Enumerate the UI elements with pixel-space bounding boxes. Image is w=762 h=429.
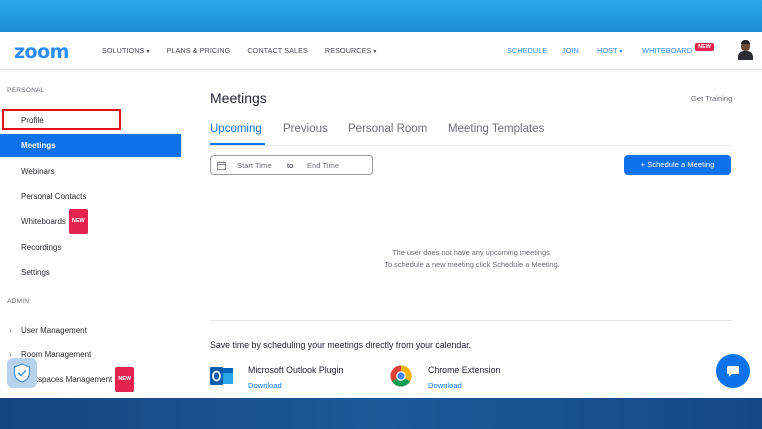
empty-message-line-1: The user does not have any upcoming meet…	[392, 248, 552, 257]
tab-previous[interactable]: Previous	[283, 123, 328, 135]
nav-whiteboard[interactable]: WHITEBOARD NEW	[642, 43, 714, 55]
outlook-plugin: Microsoft Outlook Plugin Download	[210, 365, 343, 392]
outlook-download-link[interactable]: Download	[248, 381, 282, 390]
outlook-plugin-name: Microsoft Outlook Plugin	[248, 365, 344, 375]
desktop-top-band	[0, 0, 762, 32]
main-content: Meetings Get Training Upcoming Previous …	[181, 71, 762, 398]
security-shield-button[interactable]	[7, 358, 37, 388]
chevron-down-icon: ▾	[373, 49, 377, 55]
page-title: Meetings	[210, 90, 267, 106]
tab-meeting-templates[interactable]: Meeting Templates	[448, 123, 544, 135]
nav-join[interactable]: JOIN	[562, 46, 579, 55]
nav-resources[interactable]: RESOURCES ▾	[325, 46, 377, 55]
section-label-admin: ADMIN	[7, 298, 30, 305]
profile-highlight-box	[2, 109, 121, 130]
meeting-tabs: Upcoming Previous Personal Room Meeting …	[210, 123, 732, 146]
sidebar-item-webinars[interactable]: Webinars	[0, 160, 181, 183]
sidebar-item-meetings[interactable]: Meetings	[0, 134, 181, 157]
chevron-down-icon: ▾	[146, 49, 150, 55]
nav-host[interactable]: HOST ▾	[597, 46, 622, 55]
shield-icon	[13, 363, 31, 383]
chrome-download-link[interactable]: Download	[428, 381, 462, 390]
tab-personal-room[interactable]: Personal Room	[348, 123, 427, 135]
chrome-icon	[390, 365, 412, 387]
chrome-extension-name: Chrome Extension	[428, 365, 501, 375]
date-range-picker[interactable]: Start Time to End Time	[210, 155, 373, 175]
nav-left: SOLUTIONS ▾ PLANS & PRICING CONTACT SALES…	[102, 46, 393, 55]
top-navigation-bar: zoom SOLUTIONS ▾ PLANS & PRICING CONTACT …	[0, 32, 762, 70]
calendar-integration-text: Save time by scheduling your meetings di…	[210, 340, 472, 350]
calendar-icon	[217, 161, 226, 170]
nav-contact-sales[interactable]: CONTACT SALES	[247, 46, 308, 55]
sidebar-item-recordings[interactable]: Recordings	[0, 236, 181, 259]
zoom-logo[interactable]: zoom	[14, 41, 69, 63]
new-badge: NEW	[695, 43, 714, 51]
chat-support-button[interactable]	[716, 354, 750, 388]
end-time-input[interactable]: End Time	[307, 161, 339, 170]
outlook-icon	[210, 367, 233, 385]
empty-state-message: The user does not have any upcoming meet…	[311, 247, 633, 271]
sidebar: PERSONAL Profile Meetings Webinars Perso…	[0, 71, 181, 398]
active-tab-underline	[210, 143, 265, 145]
new-badge: NEW	[115, 367, 135, 392]
nav-solutions[interactable]: SOLUTIONS ▾	[102, 46, 150, 55]
chevron-right-icon: ›	[9, 326, 12, 335]
chat-bubble-icon	[727, 366, 739, 377]
chevron-down-icon: ▾	[619, 49, 623, 55]
section-divider	[210, 320, 732, 321]
tab-upcoming[interactable]: Upcoming	[210, 123, 262, 135]
new-badge: NEW	[68, 209, 88, 234]
browser-window: zoom SOLUTIONS ▾ PLANS & PRICING CONTACT …	[0, 32, 762, 398]
section-label-personal: PERSONAL	[7, 87, 45, 94]
sidebar-item-user-management[interactable]: › User Management	[0, 319, 181, 342]
user-avatar[interactable]	[737, 40, 754, 60]
sidebar-item-whiteboards[interactable]: Whiteboards NEW	[0, 209, 181, 234]
nav-plans-pricing[interactable]: PLANS & PRICING	[167, 46, 231, 55]
get-training-link[interactable]: Get Training	[691, 94, 732, 103]
nav-schedule[interactable]: SCHEDULE	[507, 46, 547, 55]
schedule-meeting-button[interactable]: + Schedule a Meeting	[624, 155, 731, 175]
chrome-extension: Chrome Extension Download	[390, 365, 500, 392]
start-time-input[interactable]: Start Time	[237, 161, 272, 170]
sidebar-item-personal-contacts[interactable]: Personal Contacts	[0, 185, 181, 208]
empty-message-line-2: To schedule a new meeting click Schedule…	[384, 260, 560, 269]
desktop-bottom-band	[0, 398, 762, 429]
date-range-to-label: to	[287, 161, 294, 170]
sidebar-item-settings[interactable]: Settings	[0, 261, 181, 284]
